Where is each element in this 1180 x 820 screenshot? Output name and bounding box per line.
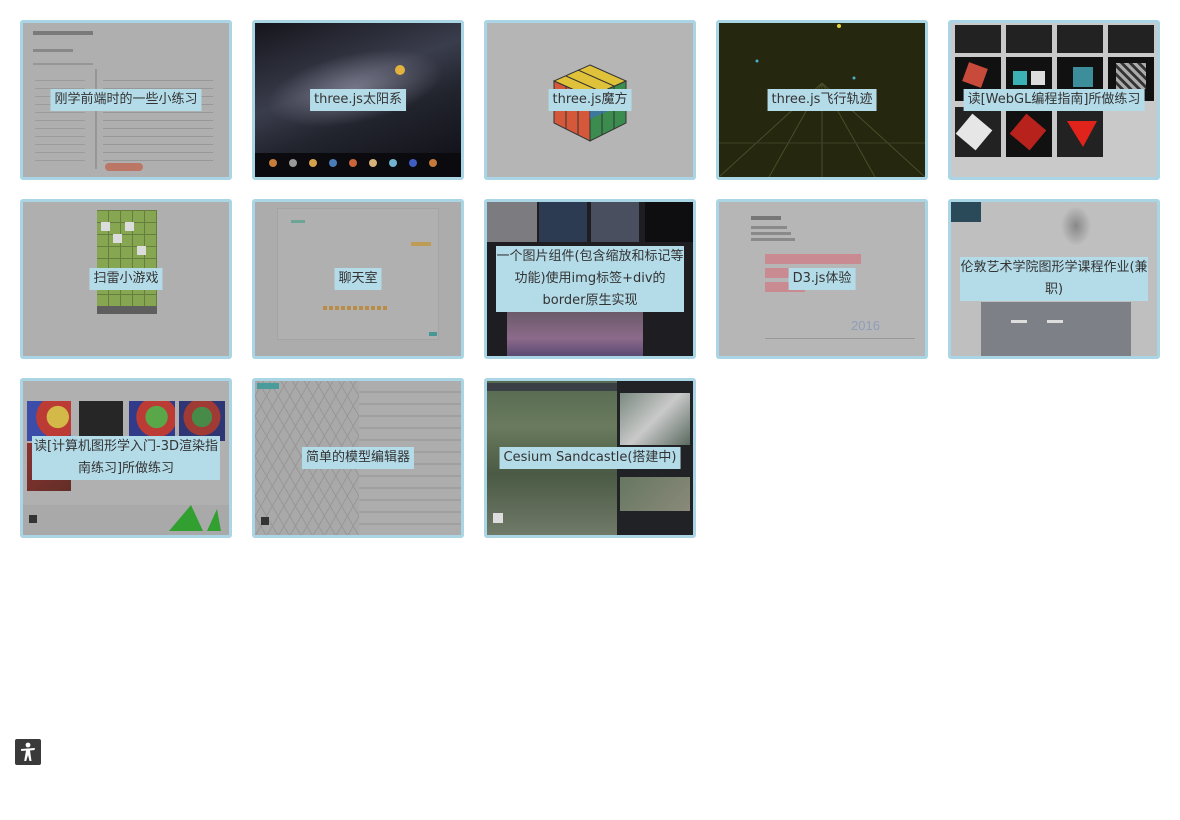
project-card-rubiks-cube[interactable]: three.js魔方 bbox=[484, 20, 696, 180]
project-label: three.js飞行轨迹 bbox=[767, 89, 877, 111]
project-label: three.js魔方 bbox=[548, 89, 632, 111]
project-label: three.js太阳系 bbox=[310, 89, 406, 111]
project-card-solar-system[interactable]: three.js太阳系 bbox=[252, 20, 464, 180]
project-card-minesweeper[interactable]: 扫雷小游戏 bbox=[20, 199, 232, 359]
accessibility-icon[interactable] bbox=[15, 739, 41, 765]
project-card-model-editor[interactable]: 简单的模型编辑器 bbox=[252, 378, 464, 538]
project-label: 刚学前端时的一些小练习 bbox=[50, 89, 202, 111]
project-label: 读[计算机图形学入门-3D渲染指南练习]所做练习 bbox=[32, 436, 220, 480]
project-card-cesium[interactable]: Cesium Sandcastle(搭建中) bbox=[484, 378, 696, 538]
project-label: D3.js体验 bbox=[788, 268, 856, 290]
project-card-d3[interactable]: 2016 D3.js体验 bbox=[716, 199, 928, 359]
project-label: 伦敦艺术学院图形学课程作业(兼职) bbox=[960, 257, 1148, 301]
project-card-graphics-intro[interactable]: 读[计算机图形学入门-3D渲染指南练习]所做练习 bbox=[20, 378, 232, 538]
project-card-image-component[interactable]: 一个图片组件(包含缩放和标记等功能)使用img标签+div的border原生实现 bbox=[484, 199, 696, 359]
project-label: 一个图片组件(包含缩放和标记等功能)使用img标签+div的border原生实现 bbox=[496, 246, 684, 312]
project-card-chatroom[interactable]: 聊天室 bbox=[252, 199, 464, 359]
project-card-frontend-practice[interactable]: 刚学前端时的一些小练习 bbox=[20, 20, 232, 180]
project-label: Cesium Sandcastle(搭建中) bbox=[499, 447, 681, 469]
project-card-london-art[interactable]: 伦敦艺术学院图形学课程作业(兼职) bbox=[948, 199, 1160, 359]
project-label: 简单的模型编辑器 bbox=[301, 447, 415, 469]
project-grid: 刚学前端时的一些小练习 three.js太阳系 three.js魔方 three… bbox=[0, 0, 1180, 560]
project-label: 读[WebGL编程指南]所做练习 bbox=[963, 89, 1145, 111]
project-label: 聊天室 bbox=[334, 268, 382, 290]
project-card-flight-path[interactable]: three.js飞行轨迹 bbox=[716, 20, 928, 180]
project-label: 扫雷小游戏 bbox=[89, 268, 163, 290]
project-card-webgl-guide[interactable]: 读[WebGL编程指南]所做练习 bbox=[948, 20, 1160, 180]
